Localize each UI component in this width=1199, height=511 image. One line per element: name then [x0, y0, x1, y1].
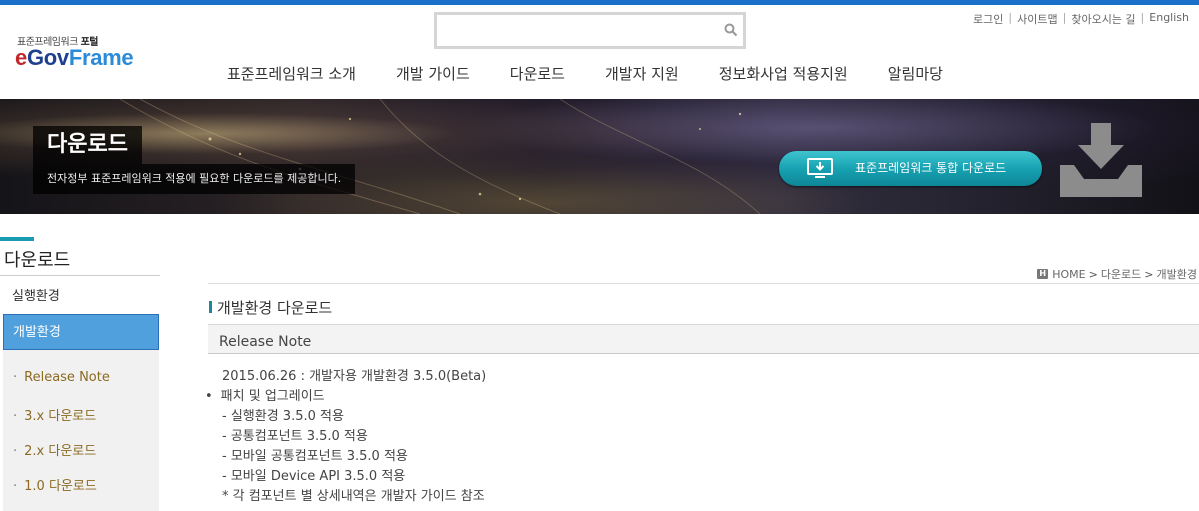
sidebar-item-runtime[interactable]: 실행환경 — [3, 286, 159, 310]
chevron-right-icon: > — [1088, 267, 1098, 281]
bullet: · — [13, 370, 18, 385]
sidebar-divider — [0, 275, 160, 276]
release-note-header: Release Note — [208, 324, 1199, 354]
release-detail-line: - 모바일 공통컴포넌트 3.5.0 적용 — [222, 449, 408, 464]
submenu-item-10-download[interactable]: · 1.0 다운로드 — [13, 475, 97, 494]
breadcrumb-download[interactable]: 다운로드 — [1101, 266, 1141, 282]
english-link[interactable]: English — [1144, 11, 1194, 27]
page-title: 개발환경 다운로드 — [217, 299, 333, 317]
chevron-right-icon: > — [1144, 267, 1154, 281]
gnb-item-dev-support[interactable]: 개발자 지원 — [605, 63, 679, 87]
bullet: · — [13, 444, 18, 459]
sidebar-accent-bar — [0, 237, 34, 241]
list-bullet: • — [205, 389, 213, 404]
submenu-item-3x-download[interactable]: · 3.x 다운로드 — [13, 405, 96, 424]
search-input[interactable] — [441, 19, 721, 43]
logo-gov: Gov — [26, 45, 69, 70]
download-tray-icon — [1056, 121, 1146, 199]
integrated-download-button[interactable]: 표준프레임워크 통합 다운로드 — [779, 151, 1042, 186]
main-navigation: 표준프레임워크 소개 개발 가이드 다운로드 개발자 지원 정보화사업 적용지원… — [227, 63, 983, 87]
bullet: · — [13, 409, 18, 424]
gnb-item-dev-guide[interactable]: 개발 가이드 — [396, 63, 470, 87]
breadcrumb-current[interactable]: 개발환경 — [1157, 266, 1197, 282]
page-title-marker — [209, 301, 212, 313]
submenu-label: 3.x 다운로드 — [24, 409, 97, 424]
logo-e: e — [15, 45, 27, 70]
submenu-item-2x-download[interactable]: · 2.x 다운로드 — [13, 440, 96, 459]
home-icon: H — [1037, 269, 1049, 279]
gnb-item-download[interactable]: 다운로드 — [510, 63, 565, 87]
release-date-line: 2015.06.26 : 개발자용 개발환경 3.5.0(Beta) — [222, 369, 487, 384]
release-list-item-text: 패치 및 업그레이드 — [220, 389, 325, 404]
sidebar-title: 다운로드 — [4, 250, 71, 271]
release-detail-line: - 모바일 Device API 3.5.0 적용 — [222, 469, 406, 484]
utility-links: 로그인 | 사이트맵 | 찾아오시는 길 | English — [968, 11, 1194, 27]
sitemap-link[interactable]: 사이트맵 — [1012, 11, 1062, 27]
release-detail-line: - 공통컴포넌트 3.5.0 적용 — [222, 429, 368, 444]
page-banner: 다운로드 전자정부 표준프레임워크 적용에 필요한 다운로드를 제공합니다. 표… — [0, 99, 1199, 214]
bullet: · — [13, 479, 18, 494]
integrated-download-label: 표준프레임워크 통합 다운로드 — [855, 161, 1007, 175]
banner-title: 다운로드 — [33, 126, 142, 164]
logo-frame: Frame — [68, 45, 134, 70]
gnb-item-notice[interactable]: 알림마당 — [888, 63, 943, 87]
banner-description: 전자정부 표준프레임워크 적용에 필요한 다운로드를 제공합니다. — [33, 164, 356, 194]
egovframe-logo[interactable]: 표준프레임워크 포털 eGovFrame — [15, 33, 165, 78]
breadcrumb-home[interactable]: HOME — [1052, 268, 1085, 281]
login-link[interactable]: 로그인 — [968, 11, 1008, 27]
submenu-label: Release Note — [24, 370, 110, 385]
gnb-item-intro[interactable]: 표준프레임워크 소개 — [227, 63, 356, 87]
release-note-title: Release Note — [219, 334, 312, 350]
submenu-item-release-note[interactable]: · Release Note — [13, 370, 110, 385]
breadcrumb: H HOME > 다운로드 > 개발환경 — [1037, 266, 1197, 282]
release-note-footnote: * 각 컴포넌트 별 상세내역은 개발자 가이드 참조 — [222, 489, 485, 504]
logo-wordmark: eGovFrame — [15, 45, 134, 71]
header: 표준프레임워크 포털 eGovFrame 로그인 | 사이트맵 | 찾아오시는 길 |… — [0, 5, 1199, 99]
content-divider — [208, 283, 1199, 284]
monitor-download-icon — [807, 158, 833, 180]
submenu-label: 2.x 다운로드 — [24, 444, 97, 459]
search-box — [434, 12, 746, 49]
release-detail-line: - 실행환경 3.5.0 적용 — [222, 409, 344, 424]
directions-link[interactable]: 찾아오시는 길 — [1066, 11, 1140, 27]
submenu-label: 1.0 다운로드 — [24, 479, 97, 494]
release-list-item: • 패치 및 업그레이드 — [205, 385, 325, 404]
sidebar-submenu: · Release Note · 3.x 다운로드 · 2.x 다운로드 · 1.0 다… — [3, 350, 159, 511]
gnb-item-project-support[interactable]: 정보화사업 적용지원 — [719, 63, 848, 87]
sidebar-item-devenv[interactable]: 개발환경 — [3, 314, 159, 350]
search-icon[interactable] — [723, 22, 739, 38]
